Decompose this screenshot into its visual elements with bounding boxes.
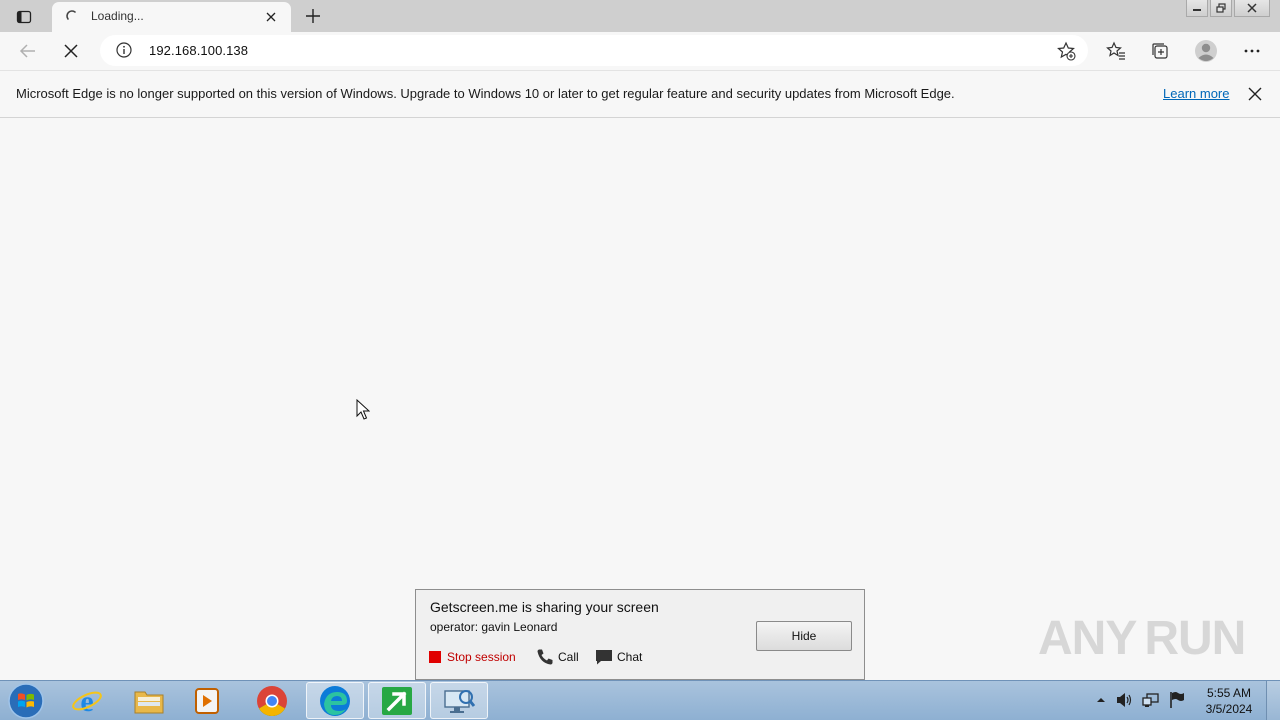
active-tab[interactable]: Loading... [52,2,291,32]
watermark-text-left: ANY [1038,611,1137,665]
settings-menu-button[interactable] [1238,37,1266,65]
clock-time: 5:55 AM [1206,686,1252,700]
infobar-message: Microsoft Edge is no longer supported on… [16,86,955,101]
chrome-icon [257,685,287,716]
system-tray [1096,691,1185,709]
volume-icon[interactable] [1115,691,1133,709]
network-icon[interactable] [1142,691,1160,709]
operator-label: operator: gavin Leonard [430,620,558,634]
tab-title: Loading... [91,9,144,23]
favorites-button[interactable] [1102,37,1130,65]
show-desktop-button[interactable] [1266,681,1280,720]
stop-session-button[interactable]: Stop session [429,650,516,664]
collections-icon [1152,43,1168,59]
tab-close-button[interactable] [263,9,279,25]
back-button[interactable] [14,37,42,65]
window-controls [1186,0,1270,18]
close-icon [266,12,276,22]
minimize-button[interactable] [1186,0,1208,17]
start-button[interactable] [4,681,48,720]
mouse-cursor-icon [356,399,370,420]
stop-loading-button[interactable] [57,37,85,65]
taskbar-internet-explorer[interactable]: e [58,682,116,719]
sharing-title: Getscreen.me is sharing your screen [430,599,659,615]
call-label: Call [558,650,579,664]
loading-spinner-icon [66,10,76,20]
plus-icon [306,9,320,23]
remote-desktop-icon [444,689,476,713]
tab-actions-icon [16,10,32,24]
anyrun-watermark: ANY RUN [1038,608,1246,668]
back-arrow-icon [19,44,35,58]
taskbar-chrome[interactable] [243,682,301,719]
chat-icon [596,650,612,665]
avatar-icon [1195,40,1217,62]
edge-icon [320,685,350,716]
window-close-button[interactable] [1234,0,1270,17]
phone-icon [537,649,553,665]
address-url[interactable]: 192.168.100.138 [149,43,248,58]
taskbar-clock[interactable]: 5:55 AM 3/5/2024 [1199,685,1259,717]
tab-actions-button[interactable] [10,6,38,28]
minimize-icon [1193,9,1201,11]
address-bar[interactable]: 192.168.100.138 [100,35,1088,66]
add-favorite-icon[interactable] [1056,41,1076,61]
taskbar-media-player[interactable] [180,682,238,719]
taskbar-file-explorer[interactable] [120,682,178,719]
stop-loading-icon [64,44,78,58]
infobar-close-icon[interactable] [1247,86,1263,102]
taskbar-edge[interactable] [306,682,364,719]
chat-button[interactable]: Chat [595,648,642,666]
restore-button[interactable] [1210,0,1232,17]
action-center-flag-icon[interactable] [1169,691,1185,709]
stop-session-label: Stop session [447,650,516,664]
stop-square-icon [429,651,441,663]
unsupported-infobar: Microsoft Edge is no longer supported on… [0,70,1280,118]
show-hidden-icons-icon[interactable] [1096,696,1106,704]
screen: Loading... 192.168.100.138 Microsoft Edg… [0,0,1280,720]
learn-more-link[interactable]: Learn more [1163,86,1229,101]
close-icon [1247,3,1257,13]
svg-text:e: e [80,685,93,717]
tab-strip: Loading... [0,0,1280,32]
watermark-text-right: RUN [1144,611,1246,665]
new-tab-button[interactable] [302,5,324,27]
clock-date: 3/5/2024 [1205,702,1253,716]
profile-button[interactable] [1192,37,1220,65]
media-player-icon [195,687,219,714]
internet-explorer-icon: e [72,685,102,717]
call-button[interactable]: Call [536,648,579,666]
windows-orb-icon [8,683,44,719]
browser-toolbar: 192.168.100.138 [0,32,1280,70]
taskbar-getscreen[interactable] [368,682,426,719]
info-icon[interactable] [116,42,132,58]
getscreen-icon [382,686,412,715]
chat-label: Chat [617,650,643,664]
taskbar: e 5:55 AM 3/5/2024 [0,680,1280,720]
more-icon [1244,49,1260,53]
taskbar-remote-app[interactable] [430,682,488,719]
collections-button[interactable] [1146,37,1174,65]
hide-button[interactable]: Hide [756,621,852,651]
favorites-icon [1106,41,1125,60]
screen-sharing-panel: Getscreen.me is sharing your screen oper… [415,589,865,680]
restore-icon [1216,3,1226,13]
folder-icon [134,691,164,713]
